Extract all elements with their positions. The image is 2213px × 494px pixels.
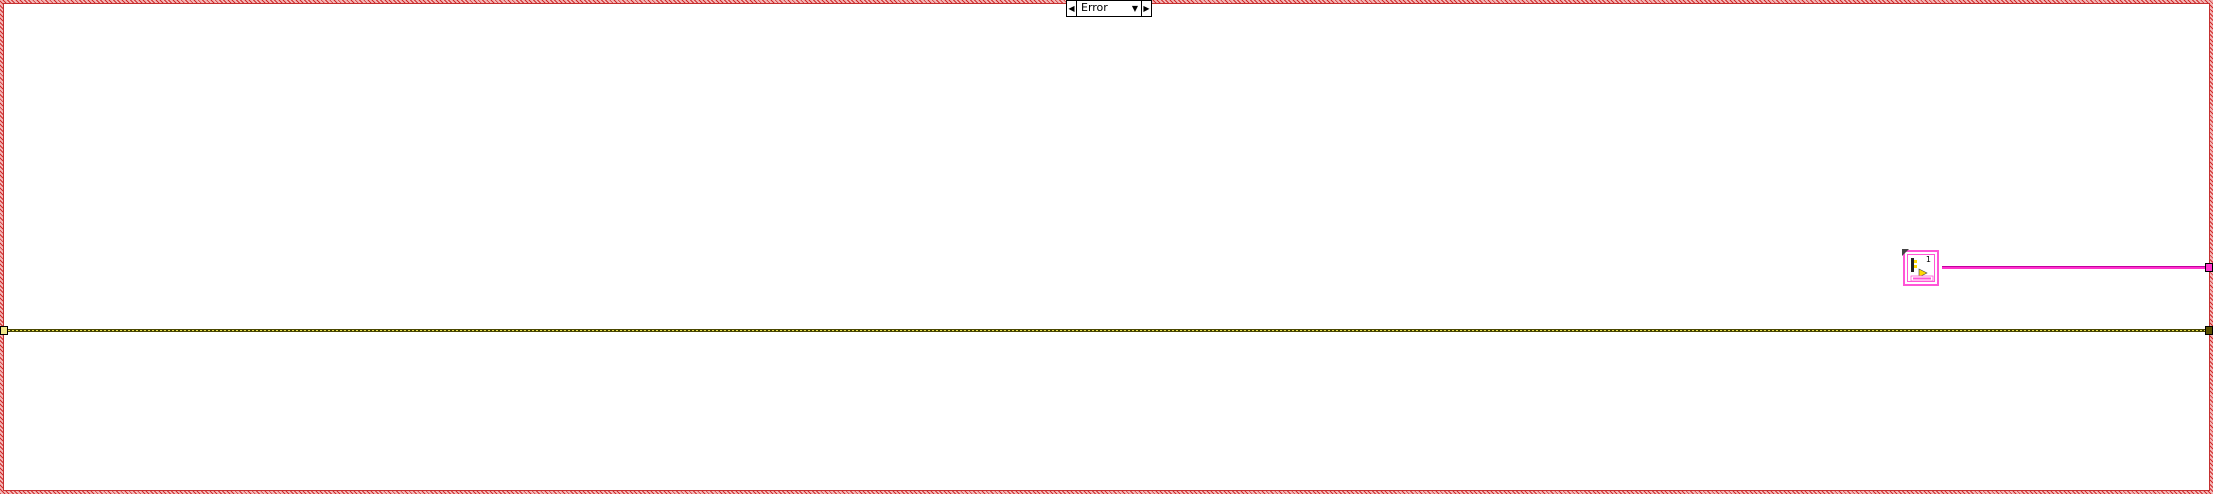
case-diagram-area[interactable] [3,3,2210,491]
format-into-string-node[interactable]: 1 [1902,249,1939,286]
string-wire[interactable] [1942,266,2207,269]
error-output-tunnel[interactable] [2205,326,2213,335]
node-top-digit: 1 [1925,255,1931,264]
next-case-button[interactable]: ▶ [1141,1,1151,16]
case-selector-label[interactable]: Error [1077,1,1129,16]
node-icon-frame: 1 [1907,254,1935,282]
case-selector[interactable]: ◀ Error ▼ ▶ [1066,0,1152,17]
case-structure[interactable] [0,0,2213,494]
previous-case-button[interactable]: ◀ [1067,1,1077,16]
error-input-tunnel[interactable] [0,326,8,335]
string-output-tunnel[interactable] [2205,263,2213,272]
node-corner-marker [1902,249,1909,256]
case-dropdown-button[interactable]: ▼ [1129,1,1141,16]
triangle-right-icon: ▶ [1143,3,1150,13]
chevron-down-icon: ▼ [1131,3,1139,13]
format-into-string-icon [1910,258,1934,282]
triangle-left-icon: ◀ [1068,3,1075,13]
error-cluster-wire[interactable] [6,329,2206,332]
